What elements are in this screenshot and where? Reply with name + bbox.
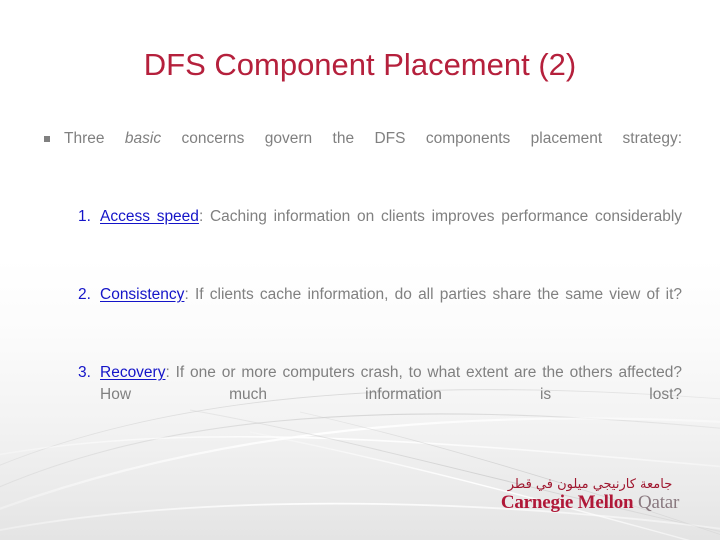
page-title: DFS Component Placement (2) <box>143 47 577 82</box>
intro-italic-word: basic <box>124 130 162 147</box>
list-item-body: Consistency: If clients cache informatio… <box>100 284 682 328</box>
list-item: 1. Access speed: Caching information on … <box>38 206 682 250</box>
list-item-number: 2. <box>78 286 91 303</box>
list-item: 2. Consistency: If clients cache informa… <box>38 284 682 328</box>
intro-bullet-row: Three basic concerns govern the DFS comp… <box>38 128 682 172</box>
list-item-body: Recovery: If one or more computers crash… <box>100 362 682 428</box>
concern-keyword-link[interactable]: Recovery <box>100 364 165 381</box>
concern-description: Caching information on clients improves … <box>203 208 683 225</box>
list-item-number: 3. <box>78 364 91 381</box>
carnegie-mellon-qatar-logo: جامعة كارنيجي ميلون في قطر Carnegie Mell… <box>492 478 688 513</box>
concerns-list: 1. Access speed: Caching information on … <box>38 206 682 428</box>
concern-keyword-link[interactable]: Access speed <box>100 208 199 225</box>
list-item-number: 1. <box>78 208 91 225</box>
slide-body: Three basic concerns govern the DFS comp… <box>38 128 682 428</box>
list-item: 3. Recovery: If one or more computers cr… <box>38 362 682 428</box>
intro-bullet-text: Three basic concerns govern the DFS comp… <box>64 128 682 172</box>
logo-arabic-text: جامعة كارنيجي ميلون في قطر <box>507 477 673 492</box>
logo-qatar: Qatar <box>633 491 680 513</box>
list-item-body: Access speed: Caching information on cli… <box>100 206 682 250</box>
title-block: DFS Component Placement (2) <box>0 47 720 82</box>
intro-text-before: Three <box>64 130 125 147</box>
concern-description: If clients cache information, do all par… <box>188 286 682 303</box>
concern-description: If one or more computers crash, to what … <box>100 364 682 403</box>
slide-canvas: DFS Component Placement (2) Three basic … <box>0 0 720 540</box>
concern-keyword-link[interactable]: Consistency <box>100 286 184 303</box>
logo-latin-text: Carnegie Mellon Qatar <box>492 491 688 513</box>
intro-text-after: concerns govern the DFS components place… <box>161 130 682 147</box>
square-bullet-icon <box>44 136 50 142</box>
logo-carnegie-mellon: Carnegie Mellon <box>500 491 634 513</box>
